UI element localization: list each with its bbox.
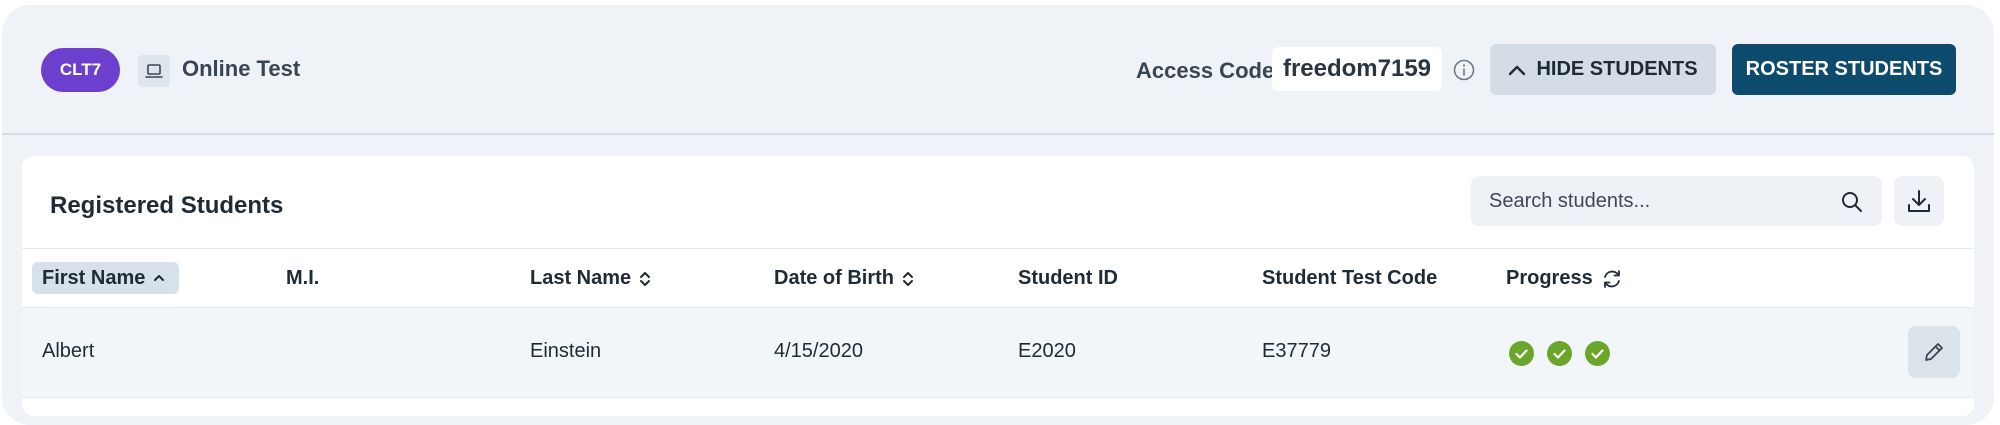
pencil-icon	[1925, 343, 1943, 361]
column-label: M.I.	[286, 267, 320, 289]
cell-dob: 4/15/2020	[774, 340, 863, 362]
column-header-last-name[interactable]: Last Name	[530, 267, 651, 290]
panel-title: Registered Students	[50, 192, 284, 219]
test-type-label: Online Test	[182, 56, 301, 81]
access-code-value: freedom7159	[1272, 47, 1442, 91]
sort-icon	[640, 271, 651, 286]
session-header: CLT7 Online Test Access Code: freedom715…	[2, 5, 1994, 135]
search-input[interactable]	[1471, 176, 1882, 226]
search-icon[interactable]	[1840, 190, 1864, 214]
sort-ascending-icon	[154, 275, 165, 281]
column-header-student-id: Student ID	[1018, 267, 1118, 290]
table-row: Albert Einstein 4/15/2020 E2020 E37779	[22, 308, 1974, 398]
download-button[interactable]	[1894, 176, 1944, 226]
table-header: First Name M.I. Last Name Date of Birth	[22, 248, 1974, 308]
chevron-up-icon	[1509, 65, 1526, 75]
column-label: Student ID	[1018, 267, 1118, 289]
column-label: Last Name	[530, 267, 632, 289]
hide-students-label: HIDE STUDENTS	[1536, 58, 1698, 80]
column-header-first-name[interactable]: First Name	[32, 262, 180, 294]
column-label: Student Test Code	[1262, 267, 1438, 289]
sort-icon	[903, 271, 913, 286]
hide-students-button[interactable]: HIDE STUDENTS	[1490, 44, 1716, 95]
access-code-label: Access Code:	[1136, 58, 1282, 83]
cell-test-code: E37779	[1262, 340, 1331, 362]
edit-button[interactable]	[1908, 326, 1960, 378]
cell-last-name: Einstein	[530, 340, 602, 362]
column-label: Progress	[1506, 267, 1593, 289]
column-header-mi: M.I.	[286, 267, 319, 290]
column-header-test-code: Student Test Code	[1262, 267, 1437, 290]
column-label: First Name	[42, 266, 146, 289]
download-icon	[1908, 190, 1930, 212]
column-header-dob[interactable]: Date of Birth	[774, 267, 914, 290]
laptop-icon	[138, 55, 170, 87]
progress-check-icon	[1509, 341, 1534, 366]
session-badge: CLT7	[41, 48, 120, 92]
info-icon[interactable]	[1453, 59, 1475, 81]
progress-check-icon	[1585, 341, 1610, 366]
progress-check-icon	[1547, 341, 1572, 366]
roster-students-button[interactable]: ROSTER STUDENTS	[1732, 44, 1956, 95]
test-session-card: CLT7 Online Test Access Code: freedom715…	[2, 5, 1994, 425]
column-header-progress: Progress	[1506, 267, 1623, 290]
cell-student-id: E2020	[1018, 340, 1076, 362]
cell-first-name: Albert	[42, 340, 95, 362]
refresh-icon[interactable]	[1601, 268, 1623, 290]
column-label: Date of Birth	[774, 267, 894, 289]
registered-students-panel: Registered Students First Name M.I.	[22, 156, 1974, 416]
